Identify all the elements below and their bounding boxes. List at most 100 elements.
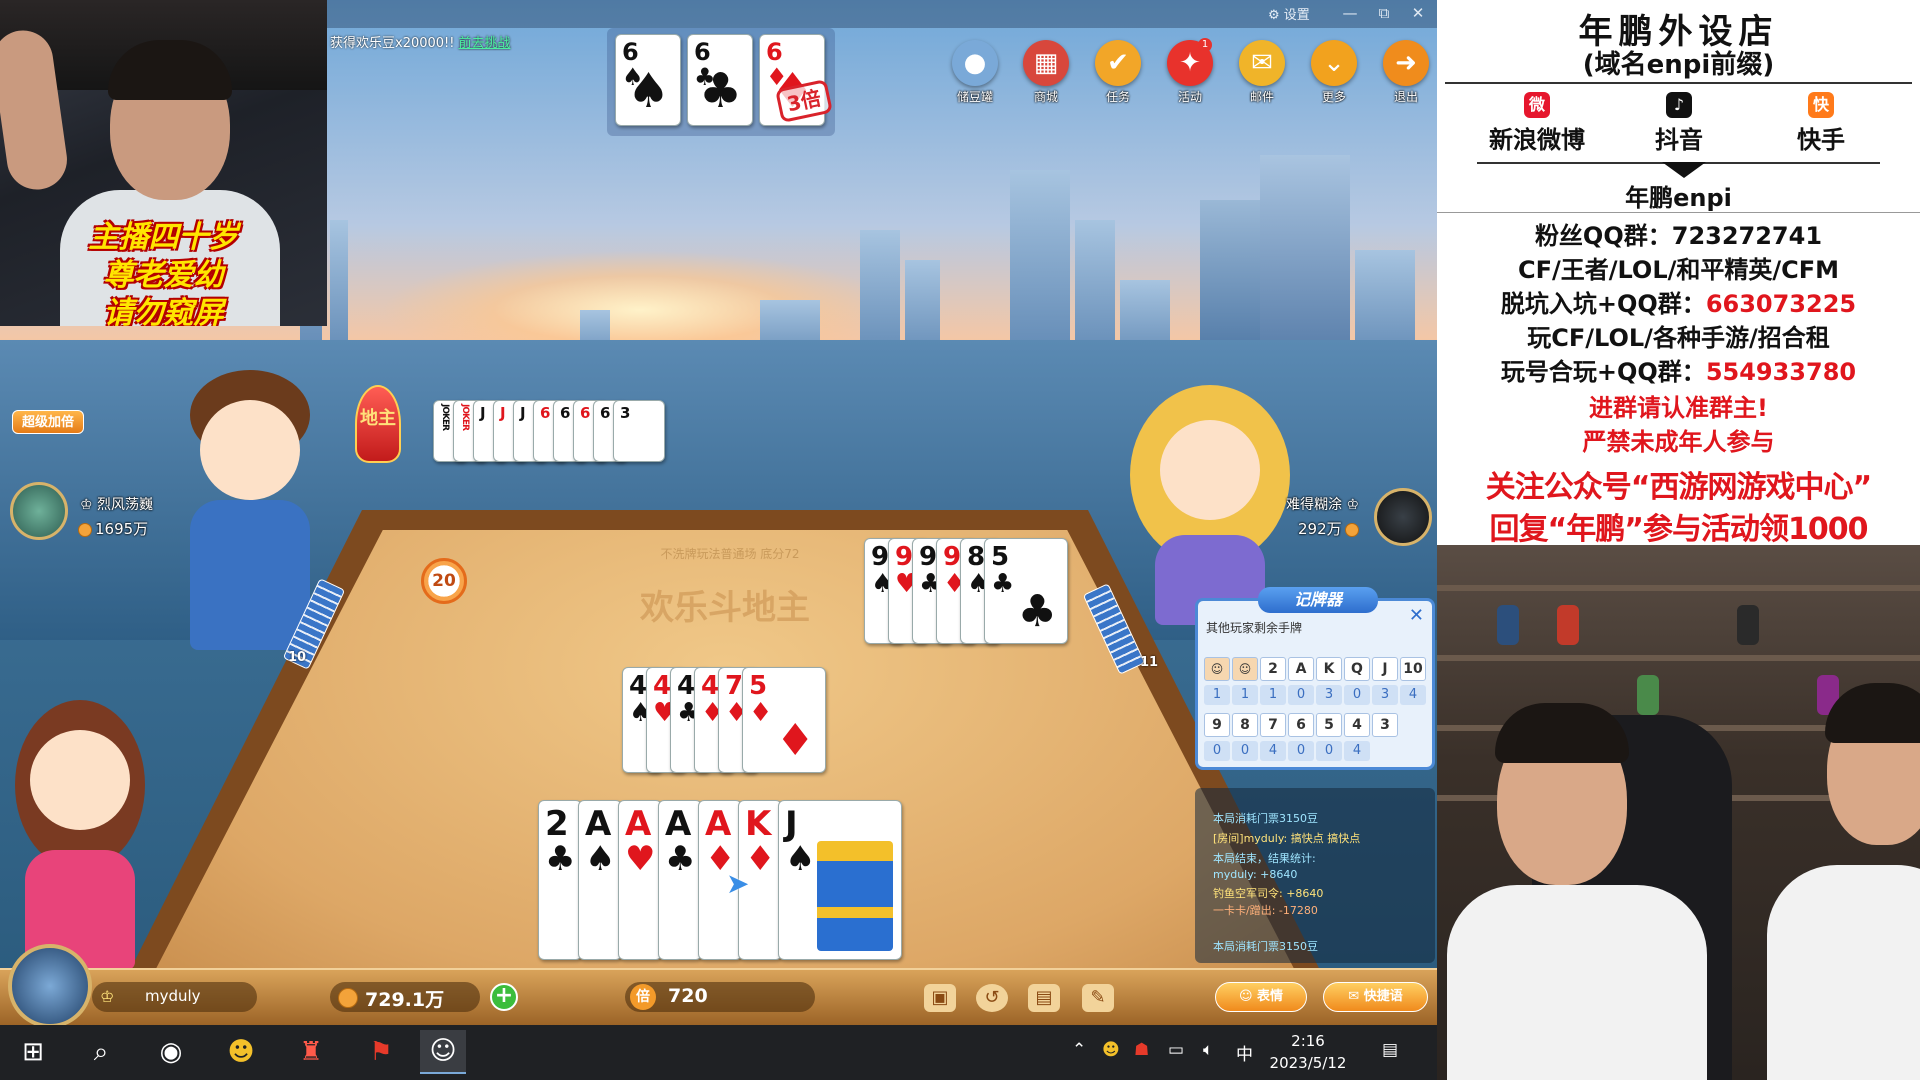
social-douyin[interactable]: ♪ 抖音 [1609, 92, 1749, 155]
card-rank: 9 [943, 542, 962, 572]
more-button[interactable]: ⌄ 更多 [1304, 40, 1364, 105]
icon-label: 邮件 [1249, 90, 1274, 104]
obs-icon[interactable]: ◉ [148, 1030, 194, 1074]
windows-taskbar [0, 1025, 1437, 1080]
social-weibo[interactable]: 微新浪微博 [1467, 92, 1607, 155]
card-rank: A [705, 804, 732, 844]
left-player-avatar[interactable] [10, 482, 68, 540]
card-rank: 6 [766, 38, 783, 66]
mail-button[interactable]: ✉ 邮件 [1232, 40, 1292, 105]
right-player-avatar[interactable] [1374, 488, 1432, 546]
down-arrow-icon [1662, 162, 1706, 178]
card-rank: 9 [895, 542, 914, 572]
quick-chat-button[interactable]: ✉ 快捷语 [1323, 982, 1428, 1012]
chat-log[interactable]: 本局消耗门票3150豆 [房间]myduly: 搞快点 搞快点 本局结束，结果统计:… [1195, 788, 1435, 963]
tracker-count: 3 [1372, 685, 1398, 705]
stream-screen: — ⧉ ✕ ⚙ 设置 获得欢乐豆x20000!! 前去挑战 ● 储豆罐 ▦ 商城 ✔ 任务 ✦… [0, 0, 1920, 1080]
cards-icon[interactable]: ▤ [1028, 984, 1060, 1012]
icon-label: 活动 [1177, 90, 1202, 104]
tray-chevron-icon[interactable]: ⌃ [1072, 1040, 1086, 1060]
tray-app-icon[interactable]: ☻ [1102, 1040, 1120, 1060]
playing-card[interactable]: 5 ♦ ♦ [742, 667, 826, 773]
challenge-link[interactable]: 前去挑战 [458, 36, 510, 51]
tracker-count: 4 [1260, 741, 1286, 761]
volume-icon[interactable]: 🔈︎ [1203, 1040, 1213, 1060]
notification-icon[interactable]: ▤ [1382, 1040, 1398, 1060]
chat-message: 钓鱼空军司令: +8640 [1213, 887, 1324, 900]
shop-button[interactable]: ▦ 商城 [1016, 40, 1076, 105]
clock-time: 2:16 [1291, 1032, 1325, 1050]
warning-1: 进群请认准群主! [1589, 394, 1768, 422]
card-suit: ♠ [585, 839, 616, 879]
card-rank: 4 [701, 671, 720, 701]
card-rank: A [625, 804, 652, 844]
settings-button[interactable]: ⚙ 设置 [1268, 4, 1310, 23]
search-icon[interactable]: ⌕ [78, 1030, 124, 1074]
playing-card[interactable]: 6 ♠ ♠ [615, 34, 681, 126]
tracker-count: 3 [1316, 685, 1342, 705]
clock-date: 2023/5/12 [1269, 1054, 1347, 1072]
crown-icon: ♔ [1346, 497, 1360, 513]
tracker-rank: 2 [1260, 657, 1286, 681]
tracker-counts-1: 11103034 [1204, 685, 1426, 705]
taskbar-clock[interactable]: 2:16 2023/5/12 [1268, 1030, 1348, 1074]
super-double-badge: 超级加倍 [12, 410, 84, 434]
bean-bag-button[interactable]: ● 储豆罐 [945, 40, 1005, 105]
playing-card[interactable]: A ♥ [618, 800, 662, 960]
undo-icon[interactable]: ↺ [976, 984, 1008, 1012]
start-button[interactable]: ⊞ [10, 1030, 56, 1074]
ime-indicator[interactable]: 中 [1236, 1040, 1253, 1065]
exit-button[interactable]: ➜ 退出 [1376, 40, 1436, 105]
social-label: 新浪微博 [1489, 126, 1585, 154]
more-icon: ⌄ [1311, 40, 1357, 86]
shop-icon: ▦ [1023, 40, 1069, 86]
crossfire-icon[interactable]: ⚑ [358, 1030, 404, 1074]
reward-text: 获得欢乐豆x20000!! [330, 36, 455, 51]
playing-card[interactable]: 2 ♣ [538, 800, 582, 960]
minimize-button[interactable]: — [1339, 4, 1361, 22]
coin-icon [338, 988, 358, 1008]
robot-icon[interactable]: ▣ [924, 984, 956, 1012]
tracker-close-button[interactable]: ✕ [1409, 605, 1424, 626]
group2-line: 脱坑入坑+QQ群：663073225 [1500, 290, 1857, 318]
landlord-badge: 地主 [355, 385, 401, 463]
card-suit-large: ♣ [1017, 586, 1057, 637]
playing-card[interactable]: A ♠ [578, 800, 622, 960]
multiplier-value: 720 [668, 985, 708, 1007]
card-suit: ♣ [545, 839, 576, 879]
tray-app-icon-2[interactable]: ☗ [1134, 1040, 1149, 1060]
notification-badge: 1 [1198, 38, 1212, 52]
social-kuaishou[interactable]: 快快手 [1751, 92, 1891, 155]
tracker-count: 0 [1344, 685, 1370, 705]
card-rank: 3 [620, 404, 631, 422]
close-button[interactable]: ✕ [1407, 4, 1429, 22]
my-avatar[interactable] [8, 944, 92, 1025]
network-icon[interactable]: ▭ [1168, 1040, 1184, 1060]
app-icon-2[interactable]: ♜ [288, 1030, 334, 1074]
small-joker-icon: ☺ [1232, 657, 1258, 681]
gift-button[interactable]: ✦ 1 活动 [1160, 38, 1220, 105]
tracker-rank: 3 [1372, 713, 1398, 737]
doudizhu-icon[interactable]: ☺ [420, 1030, 466, 1074]
playing-card[interactable]: 6 ♣ ♣ [687, 34, 753, 126]
notes-icon[interactable]: ✎ [1082, 984, 1114, 1012]
restore-button[interactable]: ⧉ [1373, 4, 1395, 22]
right-player-card-count: 11 [1140, 655, 1159, 670]
exit-icon: ➜ [1383, 40, 1429, 86]
tracker-count: 0 [1288, 741, 1314, 761]
task-button[interactable]: ✔ 任务 [1088, 40, 1148, 105]
playing-card[interactable]: J ♠ [778, 800, 902, 960]
playing-card[interactable]: 5 ♣ ♣ [984, 538, 1068, 644]
emoji-button[interactable]: ☺ 表情 [1215, 982, 1307, 1012]
right-player-name: 难得糊涂 ♔ [1286, 497, 1360, 513]
app-icon-1[interactable]: ☻ [218, 1030, 264, 1074]
king-face-art [817, 841, 893, 951]
add-coins-button[interactable]: + [490, 983, 518, 1011]
tracker-rank: J [1372, 657, 1398, 681]
chat-message: 本局消耗门票3150豆 [1213, 812, 1318, 825]
bean-bag-icon: ● [952, 40, 998, 86]
tracker-count: 0 [1204, 741, 1230, 761]
playing-card[interactable]: A ♣ [658, 800, 702, 960]
tracker-rank: 5 [1316, 713, 1342, 737]
center-played-cards: 4 ♠ 4 ♥ 4 ♣ 4 ♦ 7 ♦ 5 ♦ ♦ [622, 667, 826, 775]
